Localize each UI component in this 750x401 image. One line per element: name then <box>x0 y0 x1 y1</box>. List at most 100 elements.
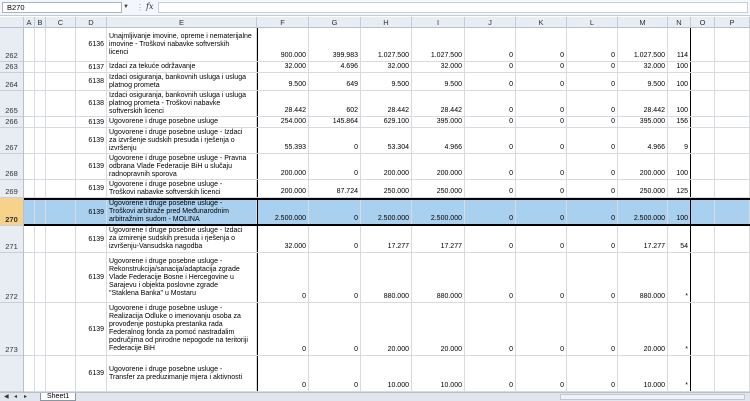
spreadsheet-grid[interactable]: 6136 Unajmljivanje imovine, opreme i nema… <box>24 28 750 392</box>
cell-m[interactable]: 32.000 <box>618 62 668 72</box>
cell-n[interactable]: 156 <box>668 117 691 127</box>
cell-o[interactable] <box>691 180 715 197</box>
column-header-k[interactable]: K <box>516 17 567 28</box>
cell-i[interactable]: 250.000 <box>412 180 465 197</box>
cell-m[interactable]: 2.500.000 <box>618 200 668 224</box>
table-row[interactable]: 6139 Ugovorene i druge posebne usluge - P… <box>24 154 750 180</box>
cell-account-code[interactable]: 6138 <box>76 73 107 90</box>
cell-j[interactable]: 0 <box>465 73 516 90</box>
cell-description[interactable]: Ugovorene i druge posebne usluge - Trošk… <box>107 180 257 197</box>
cell-n[interactable]: * <box>668 303 691 355</box>
table-row[interactable]: 6139 Ugovorene i druge posebne usluge - I… <box>24 128 750 154</box>
cell-k[interactable]: 0 <box>516 180 567 197</box>
cell-a[interactable] <box>24 154 35 179</box>
cell-b[interactable] <box>35 62 46 72</box>
cell-h[interactable]: 20.000 <box>361 303 412 355</box>
cell-i[interactable]: 32.000 <box>412 62 465 72</box>
cell-b[interactable] <box>35 226 46 252</box>
cell-account-code[interactable]: 6139 <box>76 180 107 197</box>
cell-h[interactable]: 200.000 <box>361 154 412 179</box>
cell-b[interactable] <box>35 117 46 127</box>
cell-i[interactable]: 9.500 <box>412 73 465 90</box>
cell-p[interactable] <box>715 303 750 355</box>
cell-n[interactable]: 100 <box>668 73 691 90</box>
cell-g[interactable]: 0 <box>309 253 361 302</box>
cell-g[interactable]: 0 <box>309 356 361 391</box>
table-row[interactable]: 6138 Izdaci osiguranja, bankovnih usluga … <box>24 73 750 91</box>
table-row[interactable]: 6136 Unajmljivanje imovine, opreme i nema… <box>24 28 750 62</box>
cell-a[interactable] <box>24 128 35 153</box>
cell-account-code[interactable]: 6136 <box>76 28 107 61</box>
cell-k[interactable]: 0 <box>516 62 567 72</box>
cell-k[interactable]: 0 <box>516 303 567 355</box>
cell-description[interactable]: Ugovorene i druge posebne usluge - Izdac… <box>107 128 257 153</box>
cell-description[interactable]: Ugovorene i druge posebne usluge - Izdac… <box>107 226 257 252</box>
cell-f[interactable]: 0 <box>257 253 309 302</box>
cell-n[interactable]: 100 <box>668 62 691 72</box>
cell-f[interactable]: 0 <box>257 356 309 391</box>
cell-l[interactable]: 0 <box>567 356 618 391</box>
cell-a[interactable] <box>24 200 35 224</box>
cell-m[interactable]: 9.500 <box>618 73 668 90</box>
row-header[interactable]: 270 <box>0 198 23 226</box>
cell-l[interactable]: 0 <box>567 253 618 302</box>
cell-a[interactable] <box>24 303 35 355</box>
cell-n[interactable]: * <box>668 253 691 302</box>
cell-n[interactable]: * <box>668 356 691 391</box>
cell-l[interactable]: 0 <box>567 200 618 224</box>
cell-c[interactable] <box>46 303 76 355</box>
cell-p[interactable] <box>715 128 750 153</box>
select-all-corner[interactable] <box>0 17 24 28</box>
cell-account-code[interactable]: 6139 <box>76 356 107 391</box>
column-header-g[interactable]: G <box>309 17 361 28</box>
cell-k[interactable]: 0 <box>516 117 567 127</box>
cell-i[interactable]: 395.000 <box>412 117 465 127</box>
cell-f[interactable]: 900.000 <box>257 28 309 61</box>
row-header[interactable]: 272 <box>0 253 23 303</box>
cell-b[interactable] <box>35 200 46 224</box>
cell-h[interactable]: 2.500.000 <box>361 200 412 224</box>
row-header[interactable] <box>0 356 23 392</box>
cell-b[interactable] <box>35 73 46 90</box>
cell-p[interactable] <box>715 73 750 90</box>
cell-b[interactable] <box>35 356 46 391</box>
cell-p[interactable] <box>715 356 750 391</box>
cell-o[interactable] <box>691 28 715 61</box>
row-header[interactable]: 271 <box>0 226 23 253</box>
cell-b[interactable] <box>35 253 46 302</box>
cell-p[interactable] <box>715 154 750 179</box>
cell-k[interactable]: 0 <box>516 226 567 252</box>
cell-c[interactable] <box>46 180 76 197</box>
cell-i[interactable]: 28.442 <box>412 91 465 116</box>
cell-h[interactable]: 880.000 <box>361 253 412 302</box>
cell-k[interactable]: 0 <box>516 91 567 116</box>
cell-g[interactable]: 0 <box>309 303 361 355</box>
column-header-j[interactable]: J <box>465 17 516 28</box>
cell-f[interactable]: 200.000 <box>257 180 309 197</box>
table-row[interactable]: 6139 Ugovorene i druge posebne usluge - T… <box>24 180 750 198</box>
cell-account-code[interactable]: 6139 <box>76 128 107 153</box>
table-row[interactable]: 6139 Ugovorene i druge posebne usluge - R… <box>24 253 750 303</box>
cell-i[interactable]: 10.000 <box>412 356 465 391</box>
cell-j[interactable]: 0 <box>465 226 516 252</box>
cell-m[interactable]: 200.000 <box>618 154 668 179</box>
cell-c[interactable] <box>46 226 76 252</box>
cell-g[interactable]: 602 <box>309 91 361 116</box>
cell-k[interactable]: 0 <box>516 200 567 224</box>
column-header-l[interactable]: L <box>567 17 618 28</box>
cell-g[interactable]: 4.696 <box>309 62 361 72</box>
cell-description[interactable]: Ugovorene i druge posebne usluge - Trans… <box>107 356 257 391</box>
cell-h[interactable]: 9.500 <box>361 73 412 90</box>
cell-k[interactable]: 0 <box>516 356 567 391</box>
cell-g[interactable]: 0 <box>309 128 361 153</box>
cell-p[interactable] <box>715 226 750 252</box>
column-header-o[interactable]: O <box>691 17 715 28</box>
cell-g[interactable]: 0 <box>309 154 361 179</box>
sheet-tab[interactable]: Sheet1 <box>40 393 77 401</box>
cell-j[interactable]: 0 <box>465 356 516 391</box>
cell-n[interactable]: 114 <box>668 28 691 61</box>
cell-b[interactable] <box>35 128 46 153</box>
cell-a[interactable] <box>24 91 35 116</box>
cell-h[interactable]: 10.000 <box>361 356 412 391</box>
cell-o[interactable] <box>691 356 715 391</box>
